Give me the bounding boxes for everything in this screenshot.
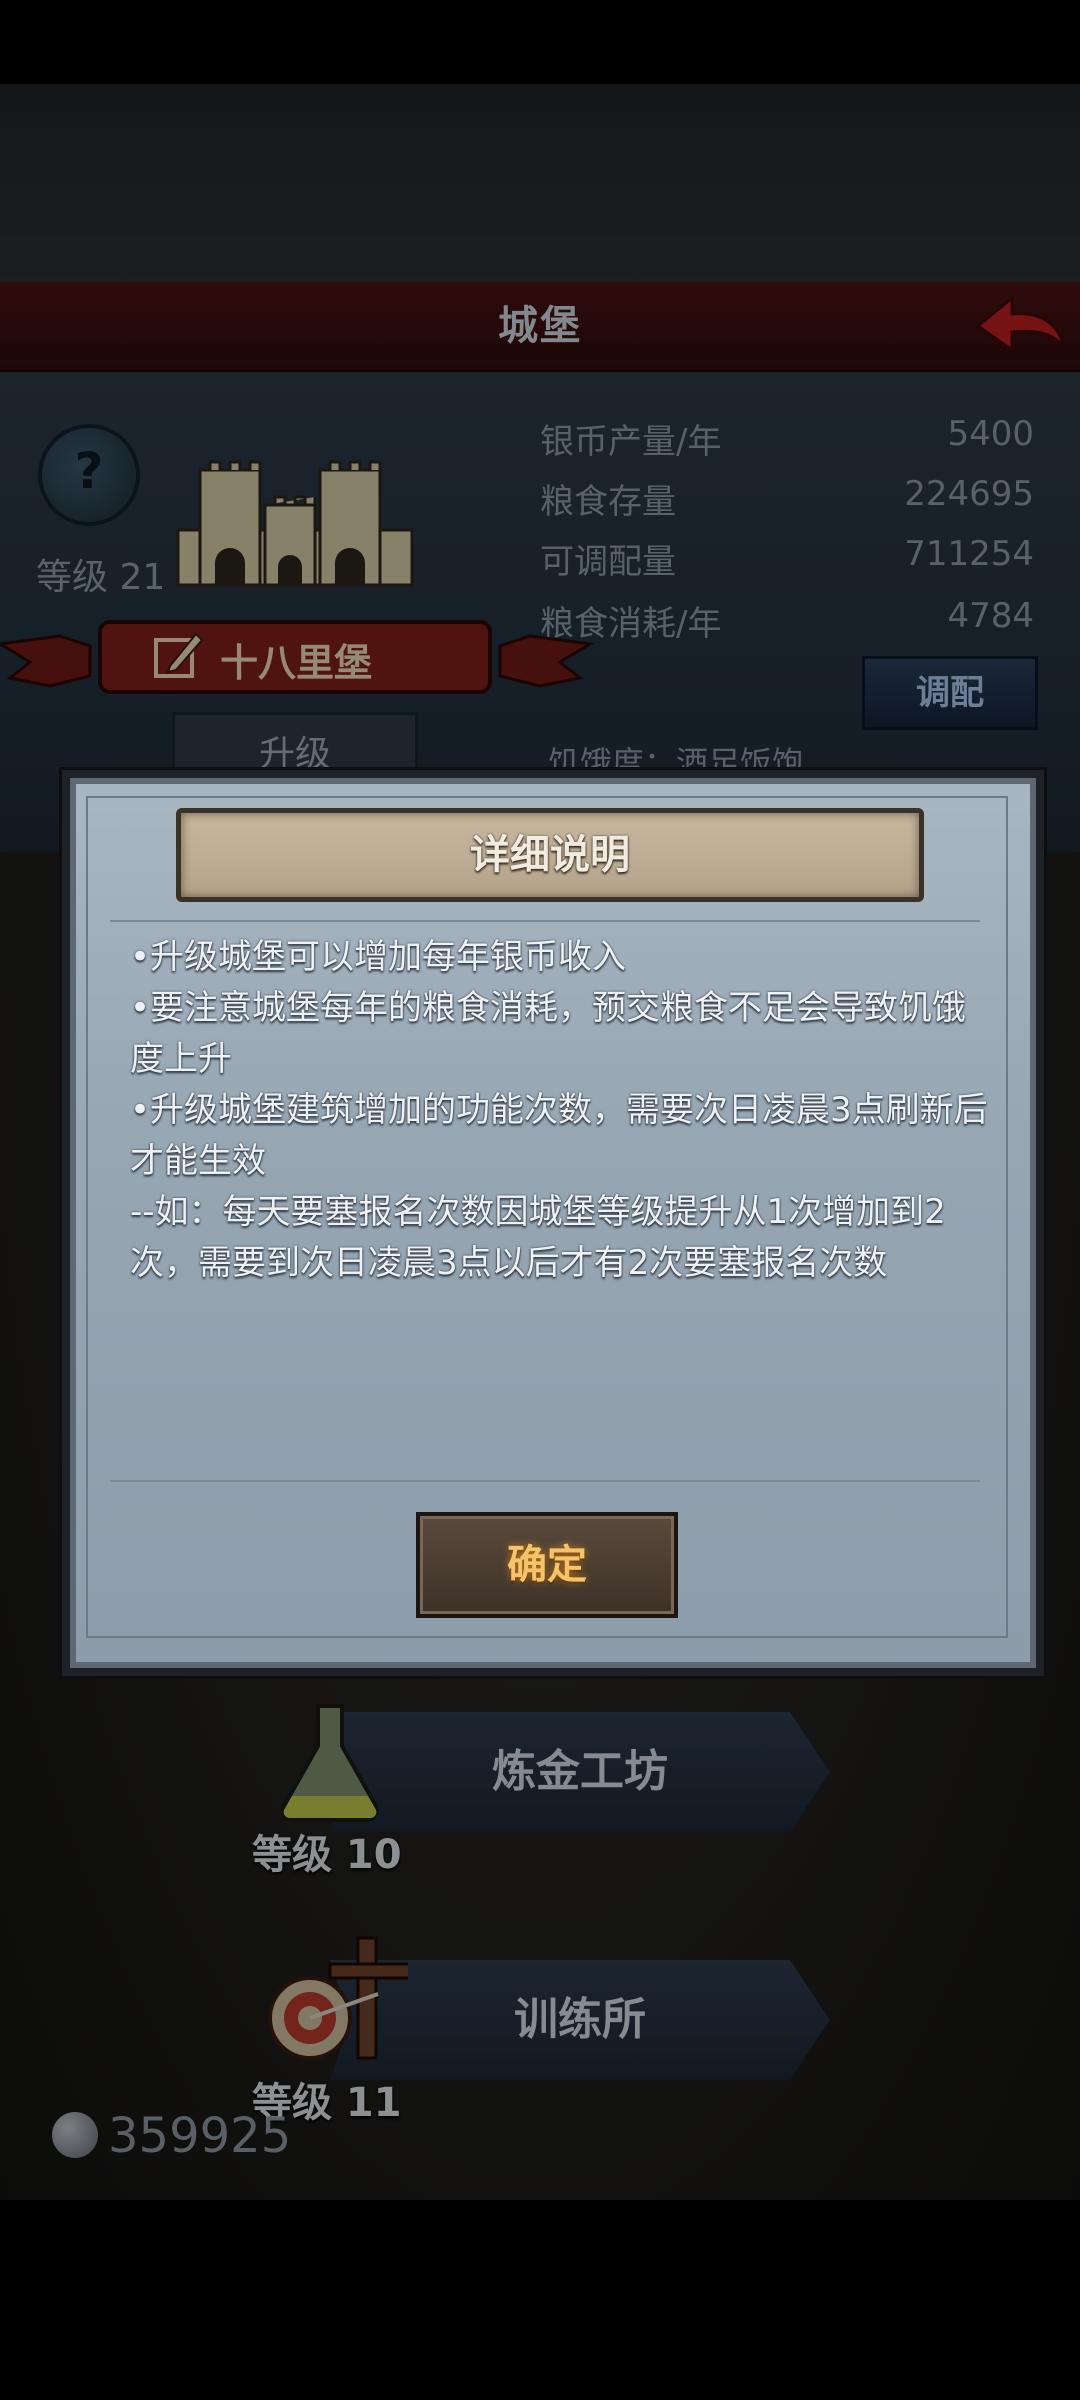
- dialog-line: •升级城堡建筑增加的功能次数，需要次日凌晨3点刷新后才能生效: [130, 1090, 988, 1181]
- divider: [110, 1480, 980, 1482]
- divider: [110, 920, 980, 922]
- status-bar: [0, 0, 1080, 84]
- dialog-line: •要注意城堡每年的粮食消耗，预交粮食不足会导致饥饿度上升: [130, 988, 967, 1079]
- dialog-body: •升级城堡可以增加每年银币收入 •要注意城堡每年的粮食消耗，预交粮食不足会导致饥…: [130, 932, 990, 1289]
- confirm-button[interactable]: 确定: [416, 1512, 678, 1618]
- dialog-title: 详细说明: [470, 832, 630, 878]
- bottom-bar: [0, 2200, 1080, 2400]
- dialog-line: --如：每天要塞报名次数因城堡等级提升从1次增加到2次，需要到次日凌晨3点以后才…: [130, 1192, 946, 1283]
- dialog-line: •升级城堡可以增加每年银币收入: [130, 937, 627, 977]
